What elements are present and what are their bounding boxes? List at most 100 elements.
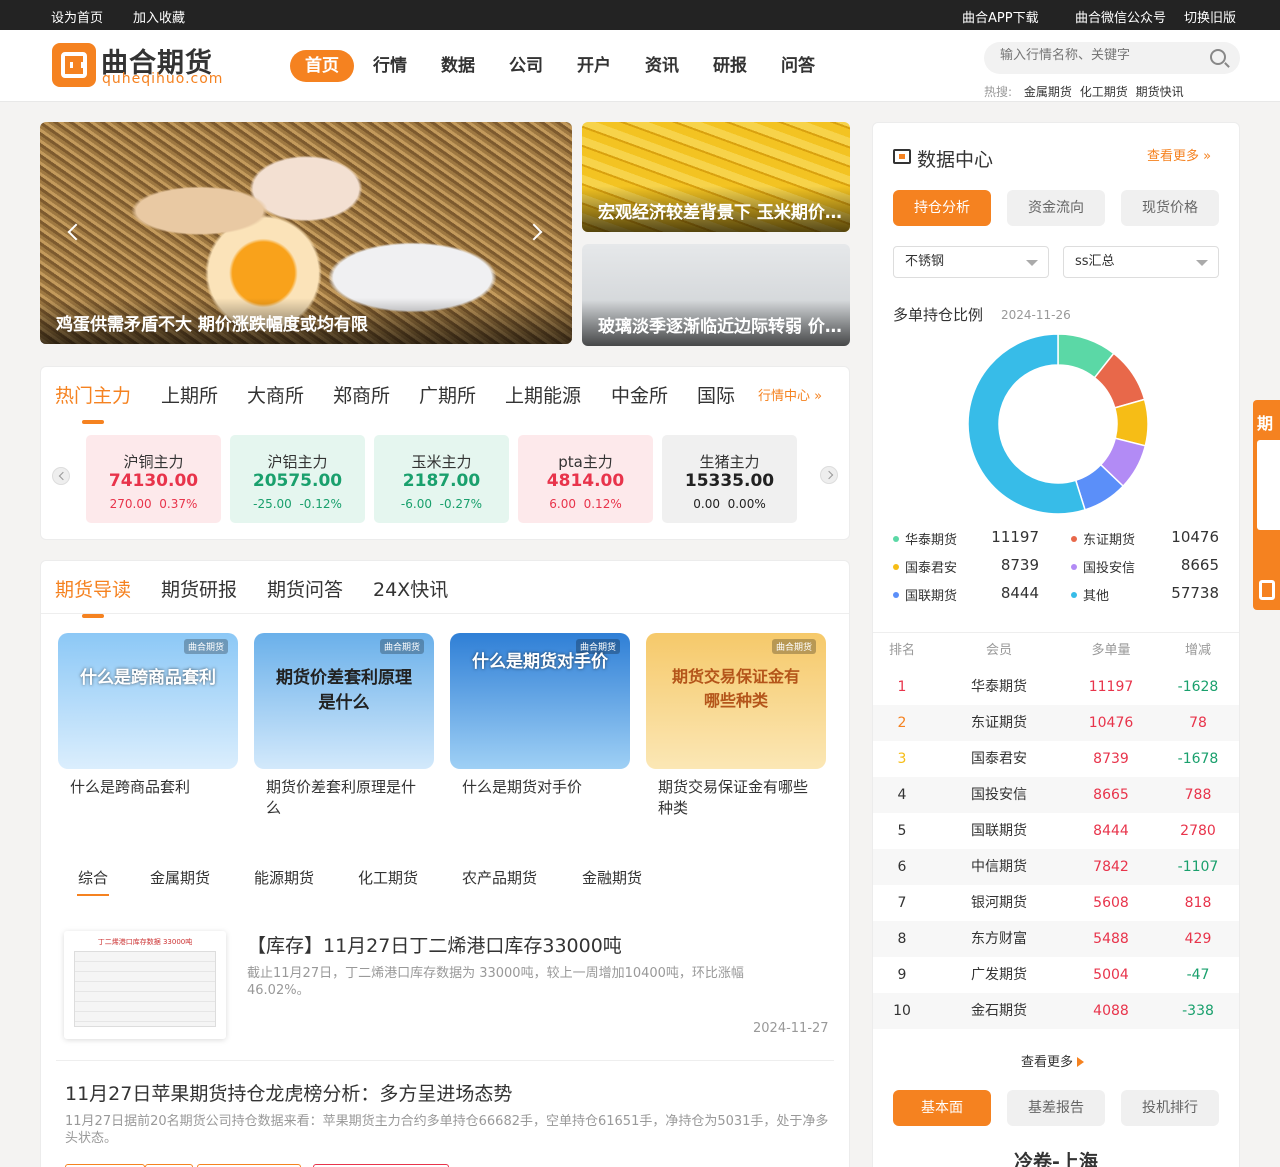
quote-name: 沪铜主力 <box>123 453 184 471</box>
tab-flash[interactable]: 24X快讯 <box>373 575 448 602</box>
old-version-link[interactable]: 切换旧版 <box>1184 7 1236 26</box>
view-more-link[interactable]: 查看更多 <box>1021 1051 1085 1070</box>
quote-card[interactable]: pta主力 4814.00 6.00 0.12% <box>518 435 653 523</box>
hot-item[interactable]: 化工期货 <box>1080 85 1128 99</box>
subtab-agri[interactable]: 农产品期货 <box>462 867 537 888</box>
next-arrow-icon[interactable] <box>525 223 543 241</box>
market-center-link[interactable]: 行情中心 » <box>758 385 822 404</box>
subtab-chemical[interactable]: 化工期货 <box>358 867 418 888</box>
tab-shfe[interactable]: 上期所 <box>161 381 218 408</box>
row-delta: -1628 <box>1177 679 1219 695</box>
subtab-finance[interactable]: 金融期货 <box>582 867 642 888</box>
table-row[interactable]: 2 东证期货 10476 78 <box>873 705 1239 741</box>
article-thumb[interactable]: 丁二烯港口库存数据 33000吨 <box>64 931 226 1039</box>
table-row[interactable]: 9 广发期货 5004 -47 <box>873 957 1239 993</box>
contract-select[interactable]: ss汇总 <box>1063 246 1219 278</box>
banner-side-2[interactable]: 玻璃淡季逐渐临近边际转弱 价格或偏弱运行 <box>582 244 850 346</box>
tab-czce[interactable]: 郑商所 <box>333 381 390 408</box>
table-row[interactable]: 4 国投安信 8665 788 <box>873 777 1239 813</box>
nav-market[interactable]: 行情 <box>362 50 418 82</box>
tab-fund-flow[interactable]: 资金流向 <box>1007 190 1105 226</box>
hot-item[interactable]: 金属期货 <box>1024 85 1072 99</box>
quote-card[interactable]: 沪铜主力 74130.00 270.00 0.37% <box>86 435 221 523</box>
tab-hot-main[interactable]: 热门主力 <box>55 381 131 424</box>
tab-research[interactable]: 期货研报 <box>161 575 237 602</box>
prev-arrow-icon[interactable] <box>67 223 85 241</box>
article-title[interactable]: 11月27日苹果期货持仓龙虎榜分析：多方呈进场态势 <box>65 1079 512 1106</box>
tab-cffex[interactable]: 中金所 <box>611 381 668 408</box>
legend-label: 国联期货 <box>905 589 958 604</box>
quote-card[interactable]: 沪铝主力 20575.00 -25.00 -0.12% <box>230 435 365 523</box>
row-member: 国联期货 <box>971 823 1027 839</box>
thumb-caption[interactable]: 期货交易保证金有哪些种类 <box>658 777 818 819</box>
data-center-more-link[interactable]: 查看更多 » <box>1147 145 1211 164</box>
hot-item[interactable]: 期货快讯 <box>1136 85 1184 99</box>
banner-side-1[interactable]: 宏观经济较差背景下 玉米期价上行空间有限 <box>582 122 850 232</box>
tab-gfex[interactable]: 广期所 <box>419 381 476 408</box>
row-volume: 7842 <box>1093 859 1129 875</box>
tab-fundamentals[interactable]: 基本面 <box>893 1090 991 1126</box>
prev-card-button[interactable] <box>52 467 70 485</box>
search-icon[interactable] <box>1210 49 1226 65</box>
add-favorite-link[interactable]: 加入收藏 <box>133 7 185 26</box>
guide-thumb[interactable]: 曲合期货 期货交易保证金有哪些种类 <box>646 633 826 769</box>
nav-data[interactable]: 数据 <box>430 50 486 82</box>
hot-label: 热搜: <box>984 85 1013 99</box>
subtab-all[interactable]: 综合 <box>76 867 110 896</box>
quote-card[interactable]: 生猪主力 15335.00 0.00 0.00% <box>662 435 797 523</box>
table-row[interactable]: 1 华泰期货 11197 -1628 <box>873 669 1239 705</box>
tab-position-analysis[interactable]: 持仓分析 <box>893 190 991 226</box>
subtab-metal[interactable]: 金属期货 <box>150 867 210 888</box>
search-box <box>984 42 1240 74</box>
floating-side-tab[interactable]: 期 <box>1253 400 1280 610</box>
subtab-energy[interactable]: 能源期货 <box>254 867 314 888</box>
table-row[interactable]: 7 银河期货 5608 818 <box>873 885 1239 921</box>
banner-side-1-caption[interactable]: 宏观经济较差背景下 玉米期价上行空间有限 <box>582 186 850 232</box>
row-member: 中信期货 <box>971 859 1027 875</box>
nav-qa[interactable]: 问答 <box>770 50 826 82</box>
table-row[interactable]: 6 中信期货 7842 -1107 <box>873 849 1239 885</box>
app-download-link[interactable]: 曲合APP下载 <box>962 7 1039 26</box>
tab-speculation-rank[interactable]: 投机排行 <box>1121 1090 1219 1126</box>
guide-thumb[interactable]: 曲合期货 期货价差套利原理是什么 <box>254 633 434 769</box>
thumb-caption[interactable]: 什么是期货对手价 <box>462 777 622 798</box>
table-row[interactable]: 5 国联期货 8444 2780 <box>873 813 1239 849</box>
tab-international[interactable]: 国际 <box>697 381 735 408</box>
tab-ine[interactable]: 上期能源 <box>505 381 581 408</box>
guide-thumb[interactable]: 曲合期货 什么是期货对手价 <box>450 633 630 769</box>
next-card-button[interactable] <box>820 466 838 484</box>
wechat-link[interactable]: 曲合微信公众号 <box>1075 7 1166 26</box>
set-home-link[interactable]: 设为首页 <box>51 7 103 26</box>
quote-change-value: 6.00 <box>549 497 576 511</box>
nav-company[interactable]: 公司 <box>498 50 554 82</box>
article-title[interactable]: 【库存】11月27日丁二烯港口库存33000吨 <box>247 931 622 958</box>
banner-main[interactable]: 鸡蛋供需矛盾不大 期价涨跌幅度或均有限 <box>40 122 572 344</box>
thumb-caption[interactable]: 什么是跨商品套利 <box>70 777 230 798</box>
legend-label: 国投安信 <box>1083 561 1136 576</box>
table-row[interactable]: 3 国泰君安 8739 -1678 <box>873 741 1239 777</box>
tab-qa[interactable]: 期货问答 <box>267 575 343 602</box>
nav-research[interactable]: 研报 <box>702 50 758 82</box>
qr-code-icon <box>1257 440 1280 530</box>
table-row[interactable]: 8 东方财富 5488 429 <box>873 921 1239 957</box>
row-rank: 8 <box>897 931 907 947</box>
nav-open-account[interactable]: 开户 <box>566 50 622 82</box>
legend-value: 57738 <box>1171 584 1219 602</box>
tab-basis-report[interactable]: 基差报告 <box>1007 1090 1105 1126</box>
quote-card[interactable]: 玉米主力 2187.00 -6.00 -0.27% <box>374 435 509 523</box>
nav-news[interactable]: 资讯 <box>634 50 690 82</box>
nav-home[interactable]: 首页 <box>290 50 354 82</box>
tab-guide[interactable]: 期货导读 <box>55 575 131 618</box>
guide-thumb[interactable]: 曲合期货 什么是跨商品套利 <box>58 633 238 769</box>
search-input[interactable] <box>1000 48 1200 63</box>
thumb-caption[interactable]: 期货价差套利原理是什么 <box>266 777 426 819</box>
table-row[interactable]: 10 金石期货 4088 -338 <box>873 993 1239 1029</box>
tab-spot-price[interactable]: 现货价格 <box>1121 190 1219 226</box>
quote-change: 6.00 0.12% <box>518 497 653 511</box>
row-delta: -338 <box>1182 1003 1214 1019</box>
variety-select[interactable]: 不锈钢 <box>893 246 1049 278</box>
tab-dce[interactable]: 大商所 <box>247 381 304 408</box>
logo-icon[interactable] <box>52 43 96 87</box>
banner-side-2-caption[interactable]: 玻璃淡季逐渐临近边际转弱 价格或偏弱运行 <box>582 300 850 346</box>
banner-main-caption[interactable]: 鸡蛋供需矛盾不大 期价涨跌幅度或均有限 <box>40 298 572 344</box>
